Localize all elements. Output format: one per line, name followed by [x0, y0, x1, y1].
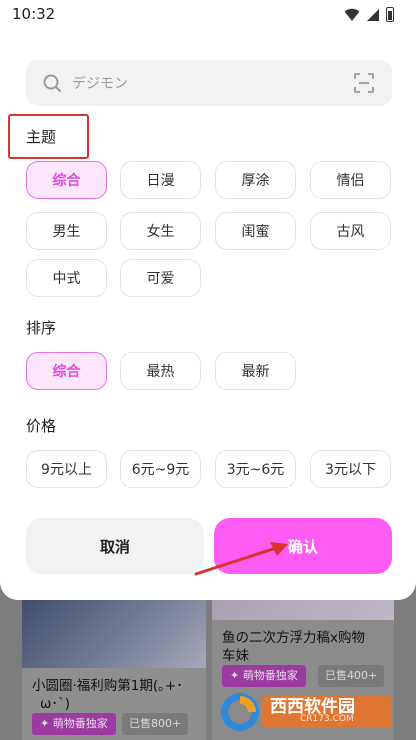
wifi-icon — [344, 8, 360, 21]
battery-icon — [386, 7, 394, 22]
product-image — [22, 590, 206, 668]
product-title-cont: ω･`) — [40, 696, 71, 712]
price-chip[interactable]: 9元以上 — [26, 450, 107, 488]
theme-chip[interactable]: 厚涂 — [215, 161, 296, 199]
theme-chip[interactable]: 中式 — [26, 259, 107, 297]
scan-icon[interactable] — [354, 73, 374, 93]
search-bar[interactable]: デジモン — [26, 60, 392, 106]
filter-sheet: デジモン 主题 综合 日漫 厚涂 情侣 男生 女生 闺蜜 古风 中式 可爱 排序… — [0, 30, 416, 600]
sort-chip-all[interactable]: 综合 — [26, 352, 107, 390]
product-title: 小圆圈·福利购第1期(｡+･ — [32, 678, 183, 694]
sold-count: 已售800+ — [122, 713, 189, 735]
search-placeholder: デジモン — [72, 76, 128, 92]
sold-count: 已售400+ — [318, 665, 385, 687]
theme-chip[interactable]: 可爱 — [120, 259, 201, 297]
theme-chip[interactable]: 情侣 — [310, 161, 391, 199]
theme-chip-all[interactable]: 综合 — [26, 161, 107, 199]
watermark-url: CR173.COM — [300, 714, 354, 724]
annotation-arrow-icon — [194, 542, 288, 576]
status-time: 10:32 — [12, 5, 56, 23]
theme-chip[interactable]: 女生 — [120, 212, 201, 250]
price-chip[interactable]: 6元~9元 — [120, 450, 201, 488]
price-chip[interactable]: 3元~6元 — [215, 450, 296, 488]
exclusive-badge: ✦ 萌物番独家 — [32, 713, 116, 735]
price-chip[interactable]: 3元以下 — [310, 450, 391, 488]
sort-chip-new[interactable]: 最新 — [215, 352, 296, 390]
cancel-button[interactable]: 取消 — [26, 518, 204, 574]
theme-section-title: 主题 — [26, 128, 57, 146]
theme-chip[interactable]: 日漫 — [120, 161, 201, 199]
theme-chip[interactable]: 男生 — [26, 212, 107, 250]
signal-icon — [367, 8, 379, 21]
theme-chip[interactable]: 古风 — [310, 212, 391, 250]
product-title: 鱼の二次方浮力稿x购物 — [222, 630, 365, 646]
sort-section-title: 排序 — [26, 319, 57, 337]
sort-chip-hot[interactable]: 最热 — [120, 352, 201, 390]
exclusive-badge: ✦ 萌物番独家 — [222, 665, 306, 687]
price-section-title: 价格 — [26, 417, 57, 435]
search-icon — [43, 74, 61, 92]
status-bar: 10:32 — [0, 0, 416, 30]
product-title-cont: 车妹 — [222, 648, 249, 664]
theme-chip[interactable]: 闺蜜 — [215, 212, 296, 250]
